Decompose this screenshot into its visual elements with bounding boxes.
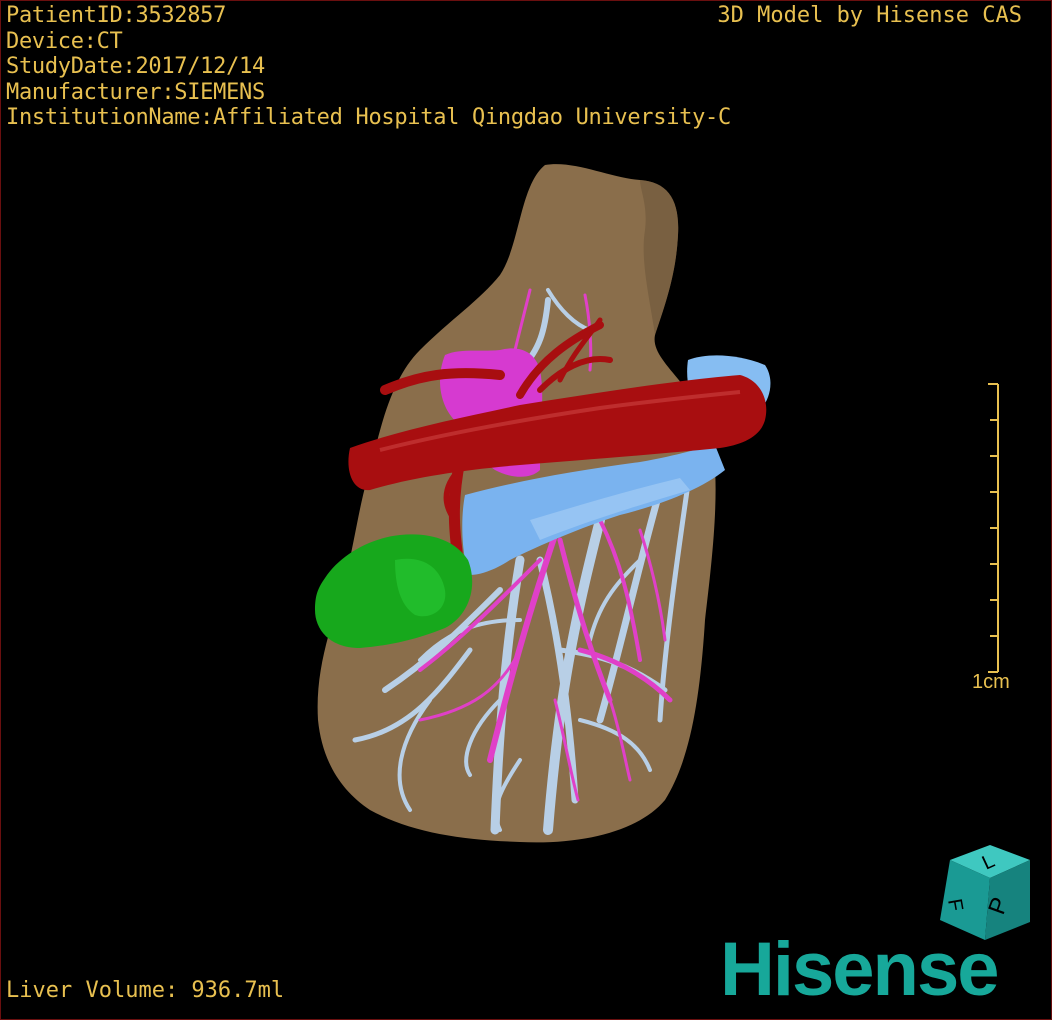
study-info-overlay: PatientID:3532857 Device:CT StudyDate:20… (6, 3, 731, 131)
manufacturer: Manufacturer:SIEMENS (6, 79, 265, 105)
scale-bar (988, 383, 999, 673)
model-credit: 3D Model by Hisense CAS (717, 3, 1022, 28)
institution-name: InstitutionName:Affiliated Hospital Qing… (6, 105, 731, 130)
orientation-cube[interactable]: P L F (940, 845, 1030, 940)
brand-logo: Hisense (720, 927, 999, 1012)
study-date: StudyDate:2017/12/14 (6, 54, 265, 79)
3d-liver-model-view[interactable]: P L F (0, 0, 1052, 1020)
patient-id: PatientID:3532857 (6, 3, 227, 28)
liver-volume: Liver Volume: 936.7ml (6, 978, 285, 1003)
scale-bar-label: 1cm (972, 671, 1010, 693)
device: Device:CT (6, 28, 123, 54)
